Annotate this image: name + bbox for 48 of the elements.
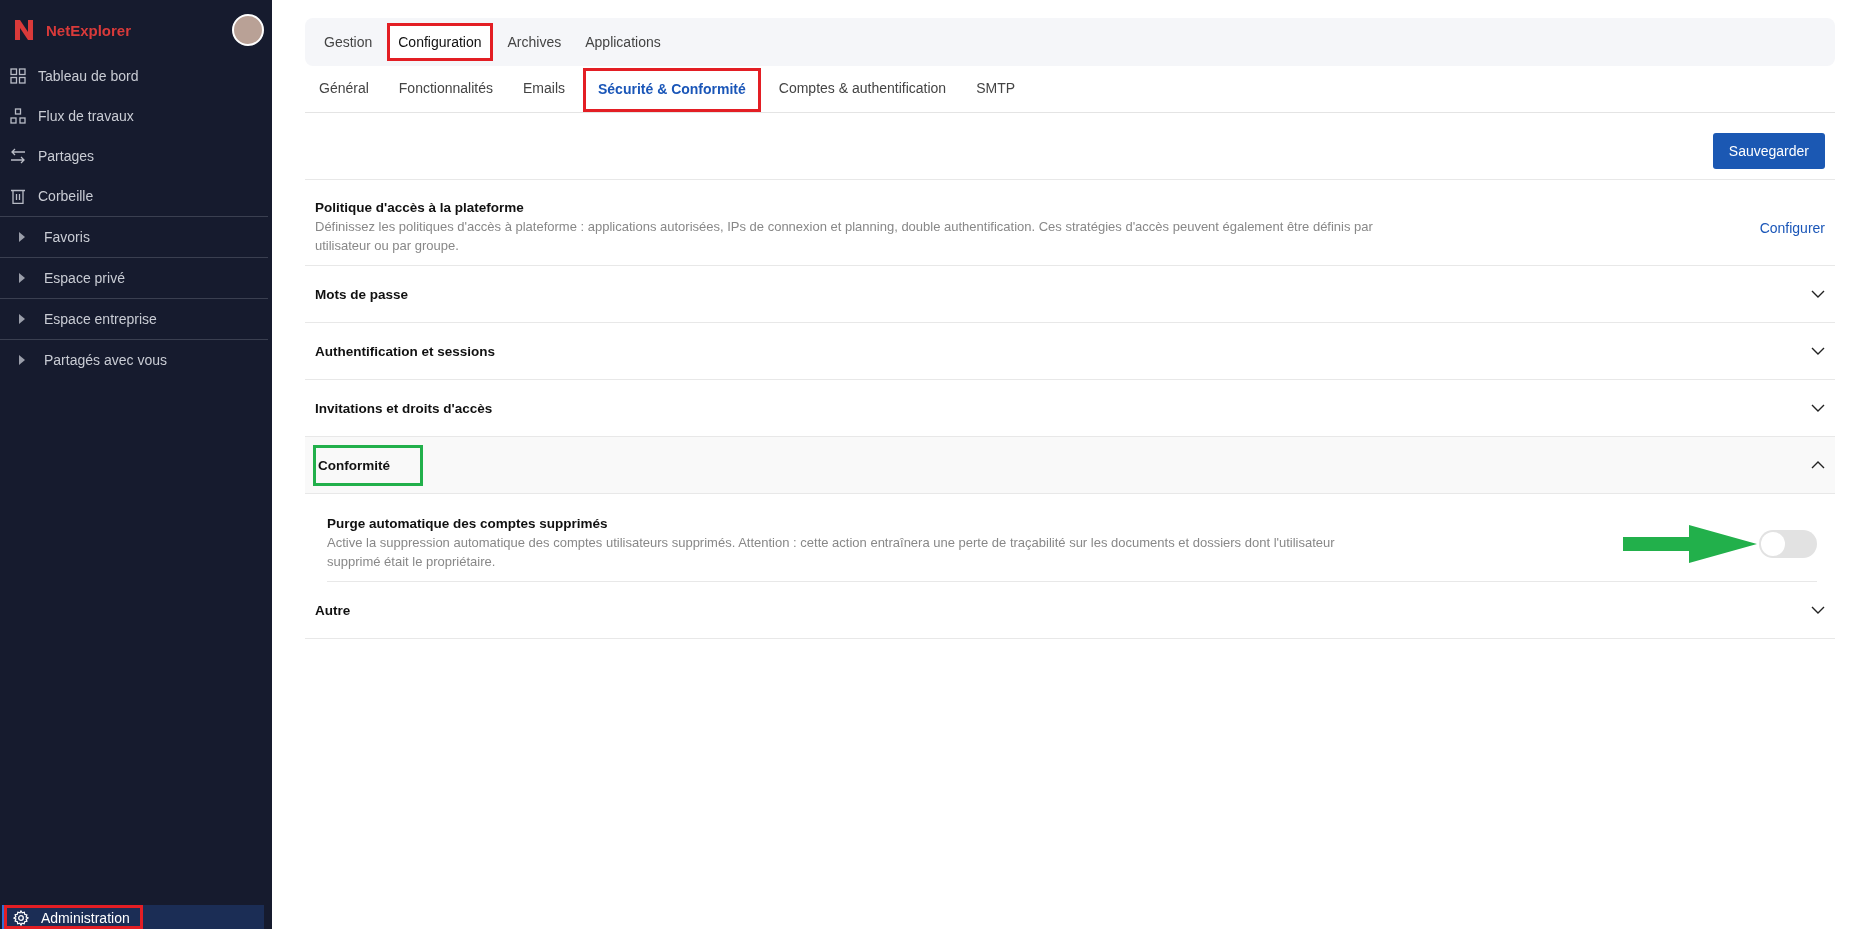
- policy-description: Définissez les politiques d'accès à plateforme : applications autorisées, IPs de connexion et planning, double authentification. Ces stratégies d'accès peuvent également être définis par utilisateur ou par groupe.: [315, 218, 1374, 255]
- brand-name: NetExplorer: [46, 21, 133, 39]
- setting-description: Active la suppression automatique des comptes utilisateurs supprimés. Attention : cette action entraînera une perte de traçabilité sur les documents et dossiers dont l'utilisateur supprimé était le propriétaire.: [327, 534, 1336, 571]
- trash-icon: [10, 188, 26, 204]
- chevron-icon: [1811, 461, 1825, 469]
- admin-nav-item[interactable]: Administration: [2, 905, 264, 929]
- nav-item[interactable]: Corbeille: [0, 176, 272, 216]
- tree-item[interactable]: Favoris: [0, 216, 268, 257]
- tab[interactable]: Emails: [511, 68, 577, 112]
- chevron-icon: [1811, 347, 1825, 355]
- section-title: Authentification et sessions: [314, 342, 497, 361]
- section-title: Invitations et droits d'accès: [314, 399, 494, 418]
- tab[interactable]: Général: [307, 68, 381, 112]
- section-header[interactable]: Mots de passe: [305, 266, 1835, 323]
- swap-arrows-icon: [10, 148, 26, 164]
- configure-link[interactable]: Configurer: [1759, 219, 1825, 236]
- section-header[interactable]: Autre: [305, 582, 1835, 639]
- chevron-icon: [1811, 404, 1825, 412]
- section-header[interactable]: Conformité: [305, 437, 1835, 494]
- tab[interactable]: Archives: [498, 25, 571, 59]
- policy-title: Politique d'accès à la plateforme: [315, 200, 525, 215]
- tab[interactable]: Fonctionnalités: [386, 68, 505, 112]
- tab[interactable]: Gestion: [315, 25, 382, 59]
- toggle-switch[interactable]: [1759, 529, 1817, 558]
- tree-item[interactable]: Espace entreprise: [0, 298, 268, 339]
- avatar[interactable]: [232, 14, 264, 46]
- section-title: Autre: [314, 601, 352, 620]
- tab[interactable]: Sécurité & Conformité: [583, 68, 761, 112]
- section-title: Conformité: [313, 444, 423, 486]
- nav-item[interactable]: Flux de travaux: [0, 96, 272, 136]
- chevron-icon: [1811, 290, 1825, 298]
- logo-icon: [14, 19, 34, 41]
- tab[interactable]: Configuration: [387, 23, 493, 61]
- nav-item[interactable]: Partages: [0, 136, 272, 176]
- setting-title: Purge automatique des comptes supprimés: [327, 516, 609, 531]
- save-button[interactable]: Sauvegarder: [1712, 133, 1825, 169]
- boxes-icon: [10, 108, 26, 124]
- nav-item[interactable]: Tableau de bord: [0, 56, 272, 96]
- section-title: Mots de passe: [314, 285, 410, 304]
- tab[interactable]: Applications: [576, 25, 670, 59]
- chevron-icon: [1811, 606, 1825, 614]
- tree-item[interactable]: Espace privé: [0, 257, 268, 298]
- tab[interactable]: Comptes & authentification: [766, 68, 959, 112]
- grid-icon: [10, 68, 26, 84]
- settings-icon: [13, 910, 29, 926]
- tab[interactable]: SMTP: [964, 68, 1028, 112]
- section-header[interactable]: Authentification et sessions: [305, 323, 1835, 380]
- tree-item[interactable]: Partagés avec vous: [0, 339, 268, 380]
